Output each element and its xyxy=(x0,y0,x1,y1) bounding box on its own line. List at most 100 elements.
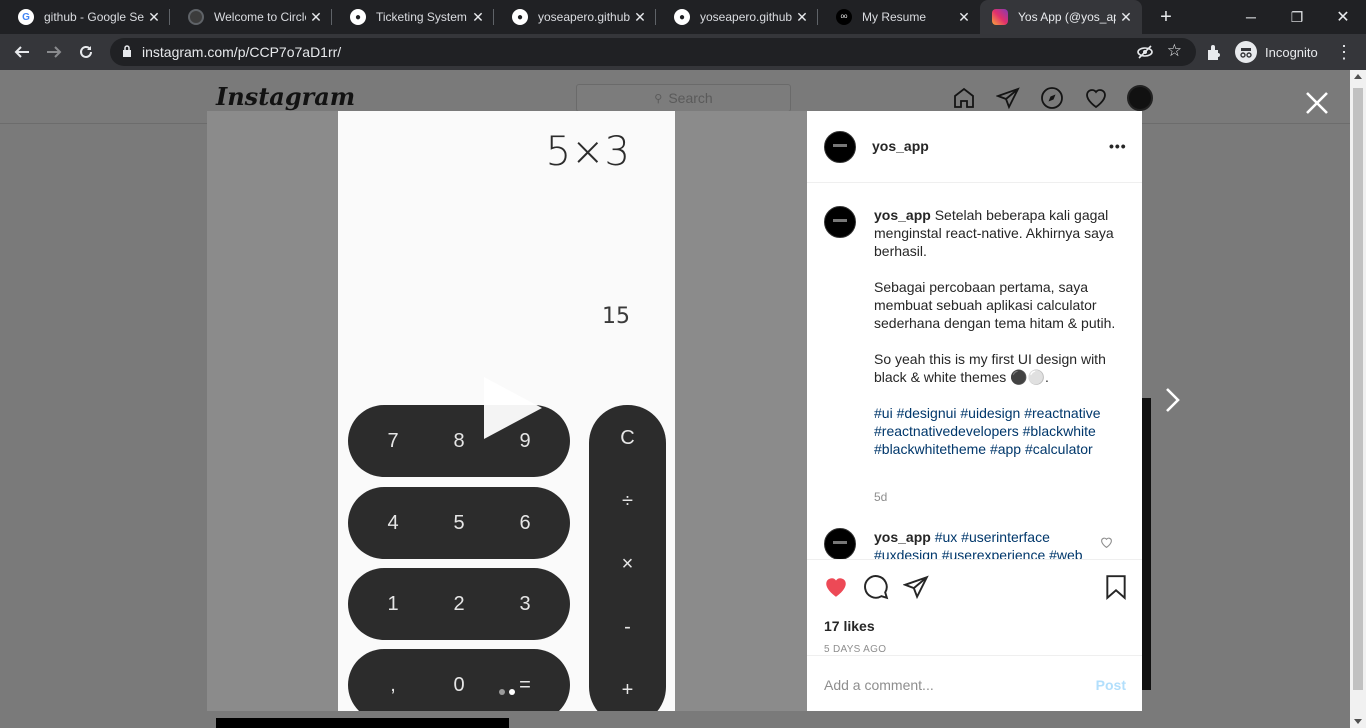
comment-input[interactable]: Add a comment... xyxy=(824,677,934,693)
comments-section[interactable]: yos_app Setelah beberapa kali gagal meng… xyxy=(807,184,1142,559)
calculator-screenshot: 5×3 15 7 8 9 4 5 6 1 2 3 , 0 = C ÷ × - + xyxy=(338,111,675,711)
close-tab-icon[interactable]: ✕ xyxy=(792,9,812,26)
operator-column: C ÷ × - + xyxy=(589,405,666,711)
calculator-expression: 5×3 xyxy=(545,129,630,175)
keypad-row: 1 2 3 xyxy=(348,568,570,640)
close-tab-icon[interactable]: ✕ xyxy=(306,9,326,26)
circleci-icon xyxy=(188,9,204,25)
add-comment-bar: Add a comment... Post xyxy=(807,655,1142,711)
background-post-image xyxy=(1142,398,1151,690)
reload-button[interactable] xyxy=(72,38,100,66)
background-post-image xyxy=(216,718,509,728)
comment-username[interactable]: yos_app xyxy=(874,529,931,545)
close-window-button[interactable]: ✕ xyxy=(1320,0,1366,34)
back-arrow-icon xyxy=(14,46,29,58)
keypad-row: , 0 = xyxy=(348,649,570,711)
avatar[interactable] xyxy=(824,131,856,163)
post-caption: yos_app Setelah beberapa kali gagal meng… xyxy=(874,206,1124,476)
post-details-panel: yos_app ••• yos_app Setelah beberapa kal… xyxy=(807,111,1142,711)
forward-button[interactable] xyxy=(40,38,68,66)
key: 7 xyxy=(387,429,399,452)
comment: yos_app #ux #userinterface #uxdesign #us… xyxy=(874,528,1094,559)
key: 2 xyxy=(453,592,465,615)
incognito-badge[interactable]: Incognito xyxy=(1232,38,1328,66)
browser-toolbar: instagram.com/p/CCP7o7aD1rr/ ☆ Incognito… xyxy=(0,34,1366,70)
search-input[interactable]: ⚲ Search xyxy=(576,84,791,112)
resume-icon: ᵒᵒ xyxy=(836,9,852,25)
more-options-icon[interactable]: ••• xyxy=(1109,138,1127,154)
carousel-indicator xyxy=(499,689,515,695)
bookmark-star-icon[interactable]: ☆ xyxy=(1167,41,1182,61)
close-tab-icon[interactable]: ✕ xyxy=(954,9,974,26)
post-username[interactable]: yos_app xyxy=(872,138,929,154)
reload-icon xyxy=(80,45,92,58)
restore-button[interactable]: ❐ xyxy=(1274,0,1320,34)
direct-message-icon[interactable] xyxy=(996,86,1020,110)
tab-ticketing[interactable]: ● Ticketing System - ✕ xyxy=(332,0,494,34)
key: + xyxy=(621,679,634,701)
instagram-logo[interactable]: Instagram xyxy=(216,82,355,111)
browser-menu-icon[interactable]: ⋮ xyxy=(1334,38,1354,66)
like-comment-heart-icon[interactable] xyxy=(1100,536,1113,549)
post-media[interactable]: 5×3 15 7 8 9 4 5 6 1 2 3 , 0 = C ÷ × - + xyxy=(207,111,807,711)
key: , xyxy=(390,673,396,696)
close-tab-icon[interactable]: ✕ xyxy=(468,9,488,26)
tab-resume[interactable]: ᵒᵒ My Resume ✕ xyxy=(818,0,980,34)
key: 6 xyxy=(519,511,531,534)
key: 4 xyxy=(387,511,399,534)
github-icon: ● xyxy=(350,9,366,25)
close-tab-icon[interactable]: ✕ xyxy=(1116,9,1136,26)
incognito-label: Incognito xyxy=(1265,44,1318,60)
avatar[interactable] xyxy=(824,206,856,238)
tab-instagram[interactable]: Yos App (@yos_ap ✕ xyxy=(980,0,1142,34)
tab-title: Yos App (@yos_ap xyxy=(1018,10,1116,24)
play-icon[interactable] xyxy=(480,375,544,441)
explore-compass-icon[interactable] xyxy=(1040,86,1064,110)
save-bookmark-icon[interactable] xyxy=(1103,574,1129,600)
calculator-result: 15 xyxy=(602,304,630,329)
profile-avatar[interactable] xyxy=(1127,85,1153,111)
avatar[interactable] xyxy=(824,528,856,559)
like-heart-icon[interactable] xyxy=(823,574,849,600)
address-bar[interactable]: instagram.com/p/CCP7o7aD1rr/ ☆ xyxy=(110,38,1196,66)
tab-google[interactable]: G github - Google Se ✕ xyxy=(0,0,170,34)
caption-username[interactable]: yos_app xyxy=(874,207,931,223)
key: 0 xyxy=(453,673,465,696)
lock-icon xyxy=(123,45,131,57)
key: - xyxy=(624,616,631,638)
comment-bubble-icon[interactable] xyxy=(863,574,889,600)
page-scrollbar[interactable] xyxy=(1350,70,1366,728)
browser-window: G github - Google Se ✕ Welcome to Circle… xyxy=(0,0,1366,728)
scroll-up-arrow-icon[interactable] xyxy=(1354,74,1362,79)
scrollbar-thumb[interactable] xyxy=(1353,88,1363,690)
hashtags[interactable]: #ui #designui #uidesign #reactnative #re… xyxy=(874,404,1124,458)
carousel-dot xyxy=(499,689,505,695)
new-tab-button[interactable]: + xyxy=(1154,5,1178,29)
activity-heart-icon[interactable] xyxy=(1084,86,1108,110)
scroll-down-arrow-icon[interactable] xyxy=(1354,719,1362,724)
key: 5 xyxy=(453,511,465,534)
post-comment-button[interactable]: Post xyxy=(1096,677,1126,693)
post-header: yos_app ••• xyxy=(807,111,1142,183)
caption-text: So yeah this is my first UI design with … xyxy=(874,351,1106,385)
eye-off-icon[interactable] xyxy=(1136,43,1154,61)
tab-github-1[interactable]: ● yoseapero.github. ✕ xyxy=(494,0,656,34)
key: 3 xyxy=(519,592,531,615)
home-icon[interactable] xyxy=(952,86,976,110)
post-timestamp[interactable]: 5 DAYS AGO xyxy=(824,644,886,655)
share-icon[interactable] xyxy=(903,574,929,600)
minimize-button[interactable]: ─ xyxy=(1228,0,1274,34)
key: 8 xyxy=(453,429,465,452)
tab-strip: G github - Google Se ✕ Welcome to Circle… xyxy=(0,0,1366,34)
chevron-right-icon[interactable] xyxy=(1160,386,1184,414)
tab-circleci[interactable]: Welcome to Circle ✕ xyxy=(170,0,332,34)
close-tab-icon[interactable]: ✕ xyxy=(630,9,650,26)
close-modal-icon[interactable] xyxy=(1304,90,1330,116)
close-tab-icon[interactable]: ✕ xyxy=(144,9,164,26)
extensions-icon[interactable] xyxy=(1204,42,1224,62)
keypad-row: 4 5 6 xyxy=(348,487,570,559)
tab-github-2[interactable]: ● yoseapero.github. ✕ xyxy=(656,0,818,34)
like-count[interactable]: 17 likes xyxy=(824,618,875,634)
back-button[interactable] xyxy=(8,38,36,66)
google-icon: G xyxy=(18,9,34,25)
